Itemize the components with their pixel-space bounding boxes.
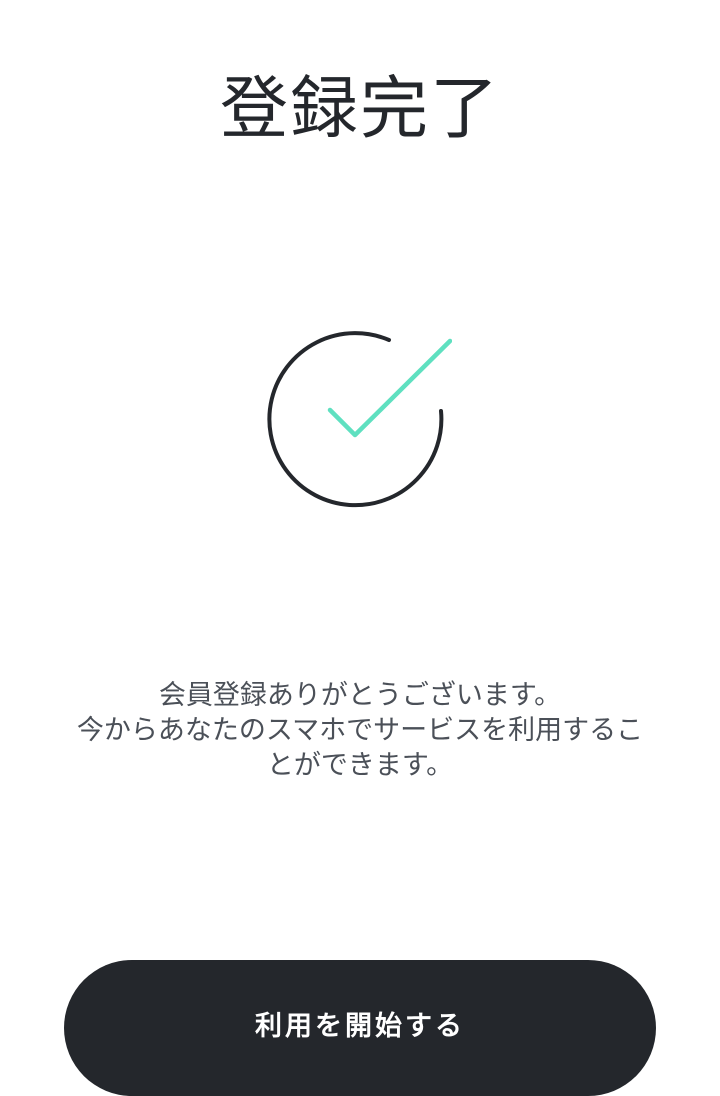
message-line: 会員登録ありがとうございます。 xyxy=(158,680,562,711)
start-using-button-label: 利用を開始する xyxy=(255,1011,465,1041)
message-line: とができます。 xyxy=(266,750,454,781)
message-line: 今からあなたのスマホでサービスを利用するこ xyxy=(76,715,644,746)
start-using-button[interactable]: 利用を開始する xyxy=(64,960,656,1096)
success-check-icon xyxy=(267,331,452,508)
checkmark xyxy=(327,338,452,438)
completion-message: 会員登録ありがとうございます。 今からあなたのスマホでサービスを利用するこ とが… xyxy=(50,678,670,783)
page-title: 登録完了 xyxy=(219,70,500,149)
progress-ring xyxy=(267,331,444,508)
